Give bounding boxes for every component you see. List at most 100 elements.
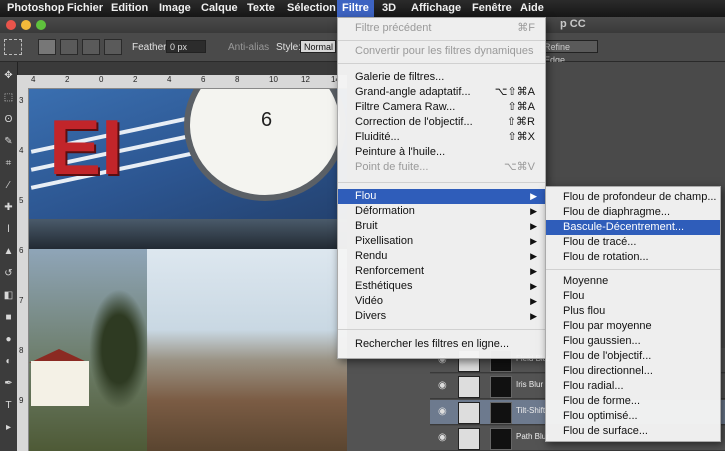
menu-item-peinture-huile[interactable]: Peinture à l'huile... <box>338 145 545 160</box>
ruler-number: 0 <box>99 75 104 84</box>
menu-item-flou[interactable]: Flou ▶ <box>338 189 545 204</box>
menu-item-correction-objectif[interactable]: Correction de l'objectif... ⇧⌘R <box>338 115 545 130</box>
menu-item-flou-objectif[interactable]: Flou de l'objectif... <box>546 349 720 364</box>
menu-texte[interactable]: Texte <box>242 0 280 17</box>
marquee-icon[interactable]: ⬚ <box>3 92 14 103</box>
menu-item-flou-par-moyenne[interactable]: Flou par moyenne <box>546 319 720 334</box>
history-brush-icon[interactable]: ↺ <box>3 268 14 279</box>
eye-icon[interactable]: ◉ <box>438 380 447 391</box>
type-tool-icon[interactable]: T <box>3 400 14 411</box>
close-icon[interactable] <box>6 20 16 30</box>
gradient-icon[interactable]: ■ <box>3 312 14 323</box>
document-tab-bar <box>17 62 347 75</box>
menu-item-flou-optimise[interactable]: Flou optimisé... <box>546 409 720 424</box>
zoom-icon[interactable] <box>36 20 46 30</box>
menu-item-galerie[interactable]: Galerie de filtres... <box>338 70 545 85</box>
menu-item-label: Point de fuite... <box>355 161 429 173</box>
eye-icon[interactable]: ◉ <box>438 406 447 417</box>
move-tool-icon[interactable]: ✥ <box>3 70 14 81</box>
menu-aide[interactable]: Aide <box>515 0 549 17</box>
menu-item-flou-diaphragme[interactable]: Flou de diaphragme... <box>546 205 720 220</box>
menu-item-flou-profondeur[interactable]: Flou de profondeur de champ... <box>546 190 720 205</box>
subtract-selection-icon[interactable] <box>82 39 100 55</box>
eye-icon[interactable]: ◉ <box>438 432 447 443</box>
menu-item-label: Flou de diaphragme... <box>563 206 671 218</box>
menu-item-flou-radial[interactable]: Flou radial... <box>546 379 720 394</box>
layer-mask <box>490 428 512 450</box>
submenu-arrow-icon: ▶ <box>530 236 537 246</box>
menu-item-fluidite[interactable]: Fluidité... ⇧⌘X <box>338 130 545 145</box>
menu-calque[interactable]: Calque <box>196 0 243 17</box>
quick-select-icon[interactable]: ✎ <box>3 136 14 147</box>
ruler-number: 4 <box>31 75 36 84</box>
window-title: p CC <box>560 18 586 30</box>
menu-item-grand-angle[interactable]: Grand-angle adaptatif... ⌥⇧⌘A <box>338 85 545 100</box>
menu-item-filtre-precedent[interactable]: Filtre précédent ⌘F <box>338 21 545 36</box>
layer-thumbnail <box>458 428 480 450</box>
menu-item-flou-gaussien[interactable]: Flou gaussien... <box>546 334 720 349</box>
brush-icon[interactable]: ⅼ <box>3 224 14 235</box>
document-canvas[interactable]: EI 6 <box>29 89 347 451</box>
menu-item-flou-simple[interactable]: Flou <box>546 289 720 304</box>
menu-fenetre[interactable]: Fenêtre <box>467 0 517 17</box>
add-selection-icon[interactable] <box>60 39 78 55</box>
menu-item-plus-flou[interactable]: Plus flou <box>546 304 720 319</box>
healing-icon[interactable]: ✚ <box>3 202 14 213</box>
menu-item-label: Déformation <box>355 205 415 217</box>
stamp-icon[interactable]: ▲ <box>3 246 14 257</box>
menu-item-flou-rotation[interactable]: Flou de rotation... <box>546 250 720 265</box>
feather-input[interactable]: 0 px <box>166 40 206 53</box>
menu-item-point-de-fuite[interactable]: Point de fuite... ⌥⌘V <box>338 160 545 175</box>
refine-edge-button[interactable]: Refine Edge... <box>540 40 598 65</box>
style-label: Style: <box>276 42 302 53</box>
menu-item-label: Flou directionnel... <box>563 365 653 377</box>
menu-image[interactable]: Image <box>154 0 196 17</box>
menu-item-flou-directionnel[interactable]: Flou directionnel... <box>546 364 720 379</box>
new-selection-icon[interactable] <box>38 39 56 55</box>
menu-item-flou-surface[interactable]: Flou de surface... <box>546 424 720 439</box>
menu-item-moyenne[interactable]: Moyenne <box>546 274 720 289</box>
style-select[interactable]: Normal <box>300 40 336 53</box>
minimize-icon[interactable] <box>21 20 31 30</box>
marquee-tool-icon[interactable] <box>4 39 22 55</box>
menu-item-divers[interactable]: Divers ▶ <box>338 309 545 324</box>
dodge-icon[interactable]: ◐ <box>3 356 14 367</box>
menu-item-renforcement[interactable]: Renforcement ▶ <box>338 264 545 279</box>
menu-item-shortcut: ⌥⌘V <box>503 161 535 173</box>
red-sign-letters: EI <box>49 103 123 191</box>
eraser-icon[interactable]: ◧ <box>3 290 14 301</box>
blur-tool-icon[interactable]: ● <box>3 334 14 345</box>
menu-item-deformation[interactable]: Déformation ▶ <box>338 204 545 219</box>
crop-icon[interactable]: ⌗ <box>3 158 14 169</box>
menu-item-convertir[interactable]: Convertir pour les filtres dynamiques <box>338 44 545 59</box>
menu-item-camera-raw[interactable]: Filtre Camera Raw... ⇧⌘A <box>338 100 545 115</box>
menu-item-bruit[interactable]: Bruit ▶ <box>338 219 545 234</box>
menu-item-rendu[interactable]: Rendu ▶ <box>338 249 545 264</box>
menu-affichage[interactable]: Affichage <box>406 0 466 17</box>
menu-fichier[interactable]: Fichier <box>62 0 108 17</box>
menu-item-label: Peinture à l'huile... <box>355 146 446 158</box>
ruler-number: 6 <box>19 246 24 255</box>
menu-item-bascule-decentrement[interactable]: Bascule-Décentrement... <box>546 220 720 235</box>
menu-selection[interactable]: Sélection <box>282 0 341 17</box>
menu-filtre[interactable]: Filtre <box>337 0 374 17</box>
menu-item-pixellisation[interactable]: Pixellisation ▶ <box>338 234 545 249</box>
menu-item-video[interactable]: Vidéo ▶ <box>338 294 545 309</box>
menu-separator <box>338 63 545 64</box>
menu-item-rechercher-en-ligne[interactable]: Rechercher les filtres en ligne... <box>338 337 545 352</box>
pen-icon[interactable]: ✒ <box>3 378 14 389</box>
feather-label: Feather: <box>132 42 170 53</box>
path-select-icon[interactable]: ▸ <box>3 422 14 433</box>
lasso-icon[interactable]: ʘ <box>3 114 14 125</box>
menu-item-flou-trace[interactable]: Flou de tracé... <box>546 235 720 250</box>
menu-item-esthetiques[interactable]: Esthétiques ▶ <box>338 279 545 294</box>
menu-edition[interactable]: Edition <box>106 0 153 17</box>
app-menu[interactable]: Photoshop <box>2 0 69 17</box>
ruler-number: 4 <box>167 75 172 84</box>
antialias-label[interactable]: Anti-alias <box>228 42 269 53</box>
menu-3d[interactable]: 3D <box>377 0 401 17</box>
layer-name: Path Blur <box>516 432 549 441</box>
eyedropper-icon[interactable]: ⁄ <box>3 180 14 191</box>
intersect-selection-icon[interactable] <box>104 39 122 55</box>
menu-item-flou-forme[interactable]: Flou de forme... <box>546 394 720 409</box>
